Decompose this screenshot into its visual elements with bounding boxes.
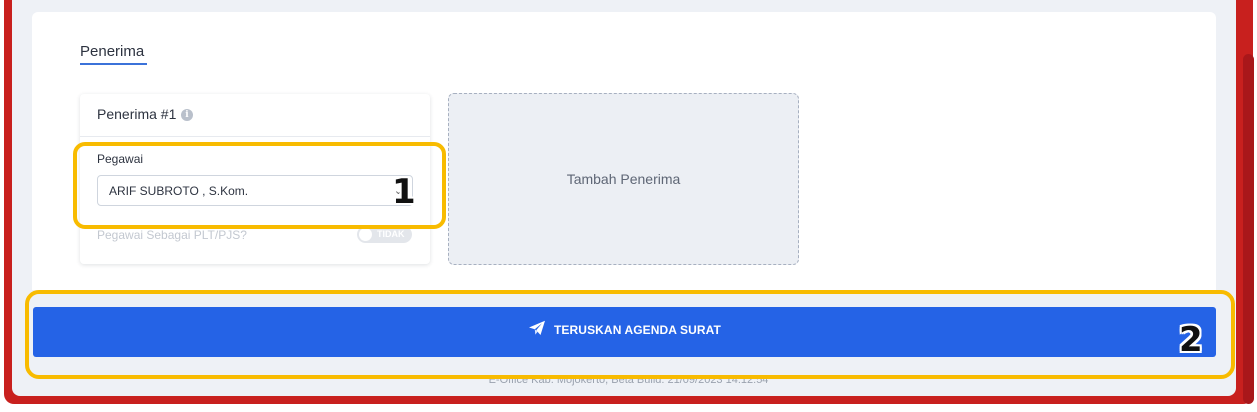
add-recipient-label: Tambah Penerima xyxy=(566,171,681,187)
highlight-box-1 xyxy=(73,142,446,229)
section-title-underline xyxy=(80,63,147,65)
marker-1-label: 1 xyxy=(392,172,416,212)
recipient-card-divider xyxy=(80,136,430,137)
info-icon[interactable]: i xyxy=(181,109,193,121)
highlight-box-2 xyxy=(25,290,1235,379)
section-title: Penerima xyxy=(80,43,145,60)
scrollbar-thumb[interactable] xyxy=(1243,54,1254,404)
toggle-text: TIDAK xyxy=(377,229,405,239)
add-recipient-button[interactable]: Tambah Penerima xyxy=(448,93,799,265)
toggle-knob xyxy=(359,228,372,241)
marker-2-label: 2 xyxy=(1179,320,1203,360)
plt-pjs-label: Pegawai Sebagai PLT/PJS? xyxy=(97,228,247,242)
recipient-title: Penerima #1 xyxy=(97,106,177,122)
